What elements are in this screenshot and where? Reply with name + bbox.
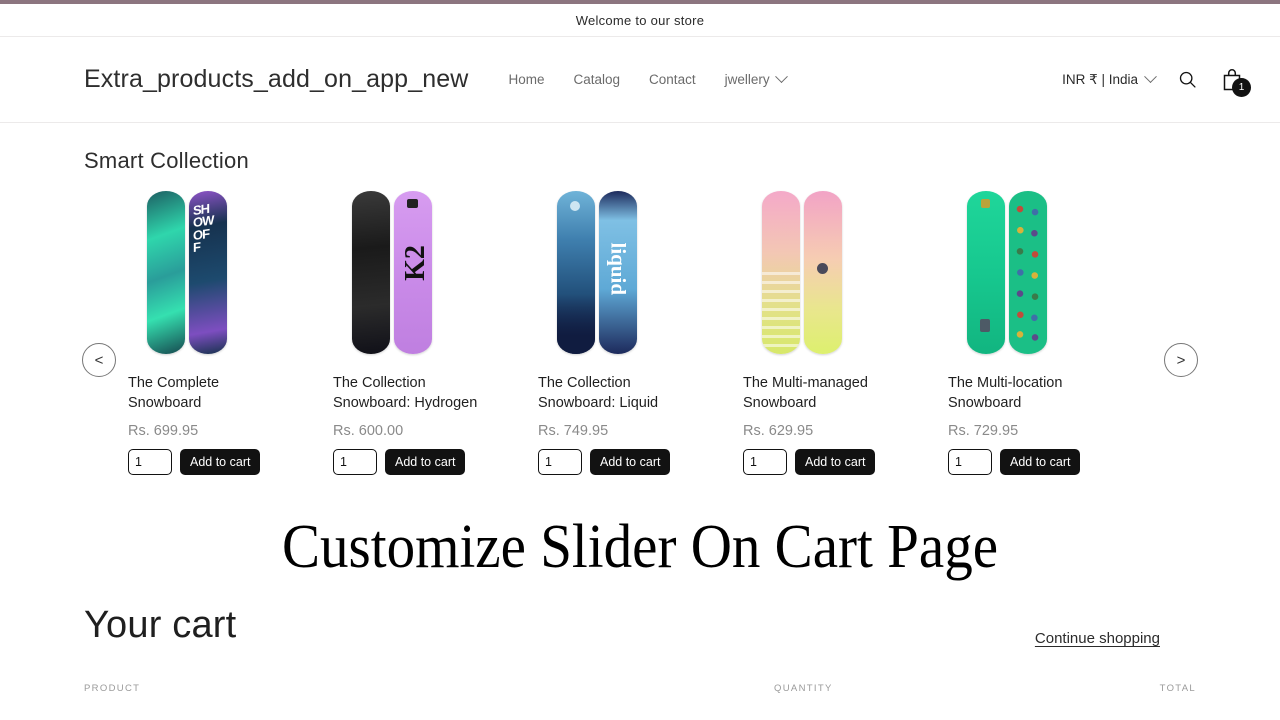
promo-banner-heading: Customize Slider On Cart Page [281, 513, 999, 581]
product-actions: Add to cart [84, 449, 289, 476]
product-image: SH OW OF F [84, 188, 289, 358]
product-image: K2 [289, 188, 494, 358]
product-actions: Add to cart [289, 449, 494, 476]
product-price: Rs. 699.95 [128, 423, 199, 440]
product-card[interactable]: The Multi-managed Snowboard Rs. 629.95 A… [699, 188, 904, 476]
nav-item-jwellery[interactable]: jwellery [724, 70, 788, 87]
search-icon [1179, 71, 1196, 88]
snowboard-graphic [1008, 191, 1047, 354]
announcement-bar: Welcome to our store [0, 4, 1280, 36]
carousel-prev-button[interactable]: < [82, 343, 116, 377]
product-actions: Add to cart [494, 449, 699, 476]
snowboard-graphic [966, 191, 1005, 354]
column-header-product: PRODUCT [84, 683, 141, 694]
nav-label: Catalog [573, 72, 621, 87]
nav-item-home[interactable]: Home [508, 72, 544, 87]
cart-button[interactable]: 1 [1220, 67, 1251, 97]
quantity-input[interactable] [743, 449, 787, 476]
brand-title[interactable]: Extra_products_add_on_app_new [84, 65, 468, 94]
product-card[interactable]: SH OW OF F The Complete Snowboard Rs. 699.9… [84, 188, 289, 476]
product-card[interactable]: The Multi-location Snowboard Rs. 729.95 … [904, 188, 1109, 476]
continue-shopping-link[interactable]: Continue shopping [1035, 630, 1160, 647]
product-carousel: < > SH OW OF F The Complete Snowboard Rs. 6… [0, 188, 1280, 508]
product-image [699, 188, 904, 358]
product-card[interactable]: liquid The Collection Snowboard: Liquid … [494, 188, 699, 476]
announcement-text: Welcome to our store [575, 12, 705, 28]
nav-label: Home [508, 72, 545, 87]
product-price: Rs. 749.95 [538, 423, 609, 440]
site-header: Extra_products_add_on_app_new Home Catal… [0, 37, 1280, 122]
snowboard-graphic [146, 191, 185, 354]
add-to-cart-button[interactable]: Add to cart [1000, 449, 1081, 476]
snowboard-graphic [761, 191, 800, 354]
cart-count-badge: 1 [1232, 78, 1251, 97]
product-title: The Collection Snowboard: Liquid [538, 375, 659, 411]
header-actions: INR ₹ | India 1 [1062, 67, 1251, 97]
snowboard-graphic: SH OW OF F [188, 191, 227, 354]
nav-label: Contact [649, 72, 696, 87]
product-card[interactable]: K2 The Collection Snowboard: Hydrogen Rs… [289, 188, 494, 476]
product-image [904, 188, 1109, 358]
snowboard-graphic [556, 191, 595, 354]
quantity-input[interactable] [538, 449, 582, 476]
nav-item-contact[interactable]: Contact [649, 72, 696, 87]
column-header-quantity: QUANTITY [774, 683, 833, 694]
quantity-input[interactable] [333, 449, 377, 476]
snowboard-graphic: K2 [393, 191, 432, 354]
cart-header: Your cart Continue shopping [0, 578, 1280, 647]
snowboard-graphic: liquid [598, 191, 637, 354]
locale-selector[interactable]: INR ₹ | India [1062, 70, 1157, 88]
product-title: The Multi-location Snowboard [948, 375, 1063, 411]
search-button[interactable] [1177, 69, 1198, 90]
main-nav: Home Catalog Contact jwellery [508, 70, 788, 87]
cart-table-header: PRODUCT QUANTITY TOTAL [0, 647, 1280, 694]
product-price: Rs. 629.95 [743, 423, 814, 440]
product-title: The Multi-managed Snowboard [743, 375, 868, 411]
carousel-next-button[interactable]: > [1164, 343, 1198, 377]
product-actions: Add to cart [904, 449, 1109, 476]
snowboard-graphic [803, 191, 842, 354]
quantity-input[interactable] [948, 449, 992, 476]
add-to-cart-button[interactable]: Add to cart [180, 449, 261, 476]
product-price: Rs. 729.95 [948, 423, 1019, 440]
product-title: The Complete Snowboard [128, 375, 220, 411]
locale-label: INR ₹ | India [1062, 71, 1138, 87]
chevron-down-icon [774, 70, 788, 84]
cart-page-title: Your cart [84, 604, 237, 646]
add-to-cart-button[interactable]: Add to cart [385, 449, 466, 476]
snowboard-graphic [351, 191, 390, 354]
nav-label: jwellery [724, 72, 770, 87]
column-header-total: TOTAL [1159, 683, 1196, 694]
collection-title: Smart Collection [84, 148, 249, 173]
add-to-cart-button[interactable]: Add to cart [795, 449, 876, 476]
chevron-down-icon [1144, 70, 1157, 84]
product-image: liquid [494, 188, 699, 358]
nav-item-catalog[interactable]: Catalog [574, 72, 621, 87]
product-price: Rs. 600.00 [333, 423, 404, 440]
quantity-input[interactable] [128, 449, 172, 476]
product-title: The Collection Snowboard: Hydrogen [333, 375, 478, 411]
product-list: SH OW OF F The Complete Snowboard Rs. 699.9… [84, 188, 1196, 476]
add-to-cart-button[interactable]: Add to cart [590, 449, 671, 476]
product-actions: Add to cart [699, 449, 904, 476]
